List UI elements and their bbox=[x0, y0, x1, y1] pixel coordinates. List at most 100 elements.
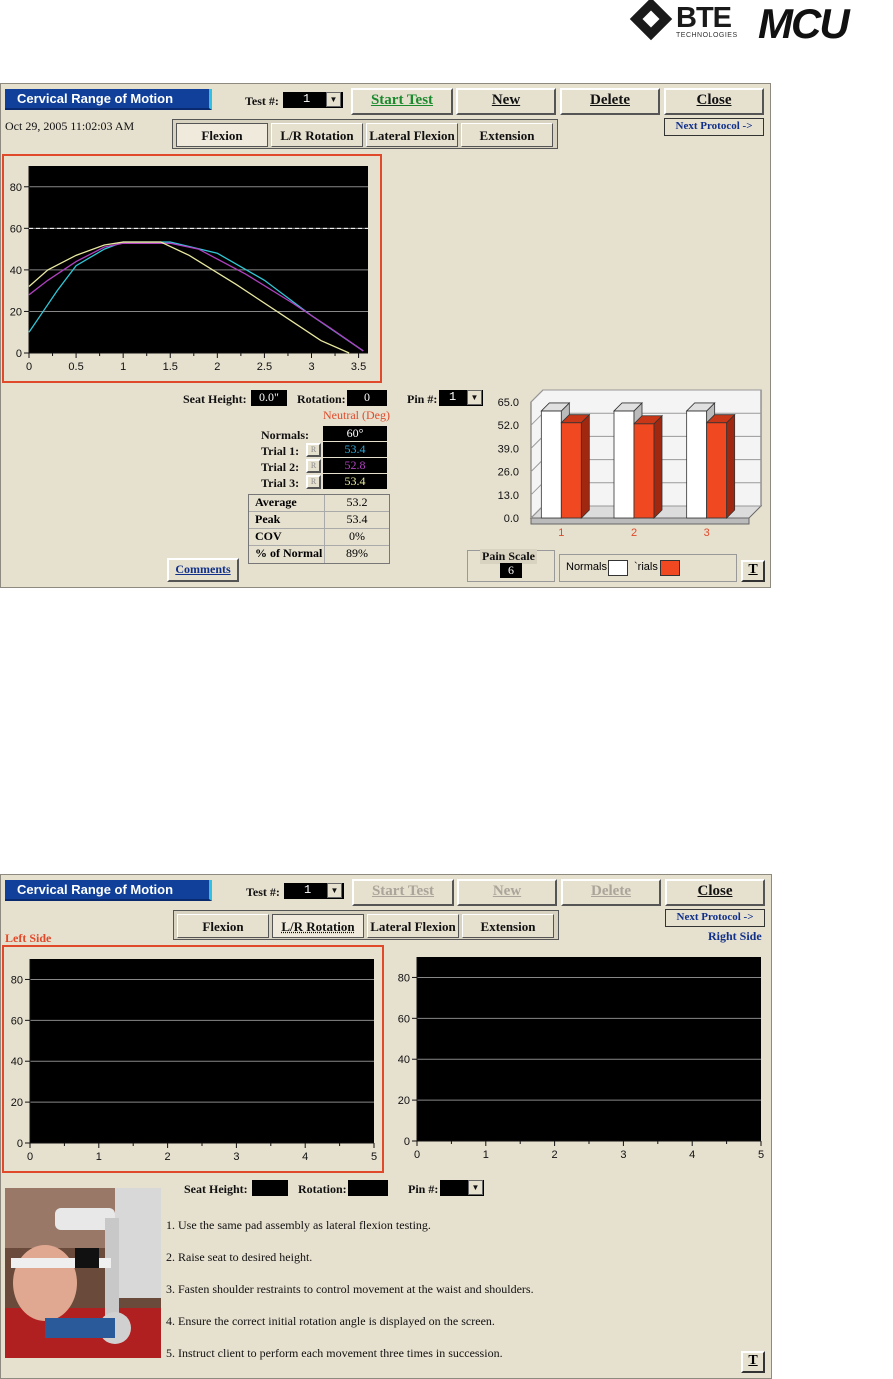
y-tick-label: 20 bbox=[10, 306, 22, 318]
y-tick-label: 0 bbox=[404, 1136, 410, 1148]
right-side-chart: 0 20 40 60 80 0 1 2 3 4 5 bbox=[398, 957, 764, 1161]
bte-logo: BTE TECHNOLOGIES bbox=[629, 0, 752, 42]
left-side-chart-frame: 0 20 40 60 80 0 1 2 3 4 5 bbox=[2, 945, 384, 1173]
tab-lr-rotation[interactable]: L/R Rotation bbox=[272, 914, 364, 938]
rotation-label: Rotation: bbox=[297, 392, 346, 406]
test-number-label: Test #: bbox=[245, 94, 279, 108]
trial-3-r-button[interactable]: R bbox=[306, 475, 321, 489]
rotation-window: Cervical Range of Motion Test #: 1 ▼ Sta… bbox=[0, 874, 772, 1379]
trial-2-value: 52.8 bbox=[323, 458, 387, 473]
normals-vs-trials-bar-chart: 0.0 13.0 26.0 39.0 52.0 65.0 1 2 3 bbox=[498, 389, 763, 539]
delete-button[interactable]: Delete bbox=[561, 879, 661, 906]
next-protocol-button[interactable]: Next Protocol -> bbox=[664, 118, 764, 136]
x-tick-label: 0 bbox=[27, 1151, 33, 1163]
x-tick-label: 3 bbox=[308, 361, 314, 373]
x-tick-label: 3 bbox=[620, 1149, 626, 1161]
x-tick-label: 1.5 bbox=[163, 361, 178, 373]
pain-scale-value[interactable]: 6 bbox=[500, 563, 522, 578]
legend-trials-swatch bbox=[660, 560, 680, 576]
close-button[interactable]: Close bbox=[664, 88, 764, 115]
tab-lateral-flexion[interactable]: Lateral Flexion bbox=[367, 914, 459, 938]
x-tick-label: 0.5 bbox=[68, 361, 83, 373]
y-tick-label: 39.0 bbox=[498, 443, 519, 455]
chevron-down-icon[interactable]: ▼ bbox=[467, 390, 482, 405]
neutral-label: Neutral (Deg) bbox=[323, 408, 390, 422]
stats-row-peak: Peak 53.4 bbox=[249, 512, 389, 529]
bar-side-trials-2 bbox=[653, 414, 663, 519]
t-button[interactable]: T bbox=[741, 1351, 765, 1373]
rotation-field[interactable]: 0 bbox=[347, 390, 387, 406]
chevron-down-icon[interactable]: ▼ bbox=[468, 1180, 483, 1195]
tab-extension[interactable]: Extension bbox=[462, 914, 554, 938]
x-tick-label: 3 bbox=[233, 1151, 239, 1163]
window-title: Cervical Range of Motion bbox=[5, 880, 212, 901]
y-tick-label: 65.0 bbox=[498, 397, 519, 409]
tab-flexion[interactable]: Flexion bbox=[177, 914, 269, 938]
trial-1-r-button[interactable]: R bbox=[306, 443, 321, 457]
bar-side-trials-1 bbox=[580, 413, 590, 519]
x-tick-label: 4 bbox=[689, 1149, 695, 1161]
x-tick-label: 3 bbox=[704, 527, 710, 539]
x-tick-label: 2 bbox=[165, 1151, 171, 1163]
x-tick-label: 1 bbox=[558, 527, 564, 539]
bar-trials-2 bbox=[633, 423, 655, 519]
x-tick-label: 1 bbox=[483, 1149, 489, 1161]
pin-label: Pin #: bbox=[408, 1182, 439, 1196]
rotation-field[interactable] bbox=[348, 1180, 388, 1196]
delete-button[interactable]: Delete bbox=[560, 88, 660, 115]
bte-sub-text: TECHNOLOGIES bbox=[676, 32, 738, 39]
start-test-button[interactable]: Start Test bbox=[352, 879, 454, 906]
y-tick-label: 60 bbox=[11, 1015, 23, 1027]
chart-base bbox=[530, 517, 750, 525]
stats-row-cov: COV 0% bbox=[249, 529, 389, 546]
seat-height-label: Seat Height: bbox=[184, 1182, 248, 1196]
mcu-logo: MCU bbox=[758, 0, 850, 47]
x-tick-label: 1 bbox=[96, 1151, 102, 1163]
legend-normals-label: Normals bbox=[566, 561, 607, 573]
trial-3-value: 53.4 bbox=[323, 474, 387, 489]
x-tick-label: 5 bbox=[758, 1149, 764, 1161]
trial-1-value: 53.4 bbox=[323, 442, 387, 457]
tab-lateral-flexion[interactable]: Lateral Flexion bbox=[366, 123, 458, 147]
trial-1-label: Trial 1: bbox=[261, 444, 300, 458]
legend-trials-label: `rials bbox=[634, 561, 658, 573]
tab-lr-rotation[interactable]: L/R Rotation bbox=[271, 123, 363, 147]
seat-height-label: Seat Height: bbox=[183, 392, 247, 406]
timestamp: Oct 29, 2005 11:02:03 AM bbox=[5, 119, 135, 133]
close-button[interactable]: Close bbox=[665, 879, 765, 906]
bar-normals-2 bbox=[613, 410, 635, 519]
stats-row-average: Average 53.2 bbox=[249, 495, 389, 512]
x-tick-label: 0 bbox=[26, 361, 32, 373]
normals-value: 60° bbox=[323, 426, 387, 441]
new-button[interactable]: New bbox=[457, 879, 557, 906]
seat-height-field[interactable]: 0.0" bbox=[251, 390, 287, 406]
next-protocol-button[interactable]: Next Protocol -> bbox=[665, 909, 765, 927]
tab-extension[interactable]: Extension bbox=[461, 123, 553, 147]
trial-2-r-button[interactable]: R bbox=[306, 459, 321, 473]
bar-normals-3 bbox=[686, 410, 708, 519]
y-tick-label: 0.0 bbox=[504, 513, 519, 525]
x-tick-label: 1 bbox=[120, 361, 126, 373]
comments-button[interactable]: Comments bbox=[167, 558, 239, 582]
normals-label: Normals: bbox=[261, 428, 309, 442]
pin-label: Pin #: bbox=[407, 392, 438, 406]
y-tick-label: 0 bbox=[17, 1138, 23, 1150]
test-number-label: Test #: bbox=[246, 885, 280, 899]
tab-bar: Flexion L/R Rotation Lateral Flexion Ext… bbox=[173, 910, 559, 940]
new-button[interactable]: New bbox=[456, 88, 556, 115]
flexion-window: Cervical Range of Motion Test #: 1 ▼ Sta… bbox=[0, 83, 771, 588]
chevron-down-icon[interactable]: ▼ bbox=[327, 883, 342, 898]
start-test-button[interactable]: Start Test bbox=[351, 88, 453, 115]
left-side-chart: 0 20 40 60 80 0 1 2 3 4 5 bbox=[11, 959, 377, 1163]
x-tick-label: 2 bbox=[631, 527, 637, 539]
seat-height-field[interactable] bbox=[252, 1180, 288, 1196]
tab-bar: Flexion L/R Rotation Lateral Flexion Ext… bbox=[172, 119, 558, 149]
t-button[interactable]: T bbox=[741, 560, 765, 582]
tab-flexion[interactable]: Flexion bbox=[176, 123, 268, 147]
plot-area bbox=[30, 959, 374, 1143]
pain-scale-box: Pain Scale 6 bbox=[467, 549, 555, 582]
chevron-down-icon[interactable]: ▼ bbox=[326, 92, 341, 107]
legend-normals-swatch bbox=[608, 560, 628, 576]
x-tick-label: 3.5 bbox=[351, 361, 366, 373]
y-tick-label: 80 bbox=[10, 182, 22, 194]
